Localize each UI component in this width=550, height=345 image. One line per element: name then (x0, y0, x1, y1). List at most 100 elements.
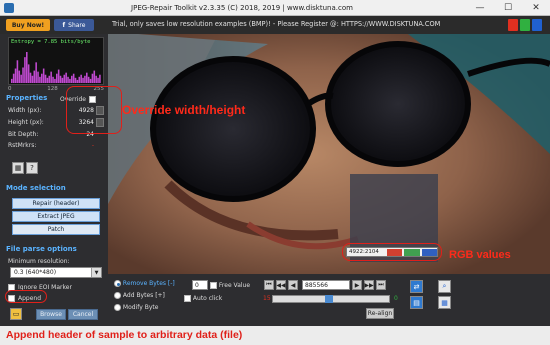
patch-button[interactable]: Patch (12, 224, 100, 235)
modify-byte-radio[interactable] (114, 304, 121, 311)
next-page-button[interactable]: ▶▶ (364, 280, 374, 290)
histogram-bar (97, 77, 99, 83)
channel-icons (508, 19, 542, 31)
entropy-histogram: Entropy = 7.85 bits/byte (8, 37, 104, 85)
fileparse-heading: File parse options (6, 245, 77, 253)
search-icon[interactable]: ⌕ (438, 280, 451, 293)
modify-byte-option[interactable]: Modify Byte (114, 304, 158, 311)
histogram-bar (41, 73, 43, 83)
grid-icon[interactable]: ▦ (12, 162, 24, 174)
browse-button[interactable]: Browse (36, 309, 66, 320)
repair-header-button[interactable]: Repair (header) (12, 198, 100, 209)
histogram-bar (95, 75, 97, 83)
minimize-button[interactable]: — (466, 0, 494, 16)
histogram-chart (11, 52, 101, 83)
minres-value: 0.3 (640*480) (14, 269, 57, 276)
counter-left: 15 (263, 295, 271, 302)
auto-click-checkbox[interactable] (184, 295, 191, 302)
help-icon[interactable]: ? (26, 162, 38, 174)
remove-bytes-radio[interactable] (114, 280, 121, 287)
trial-notice: Trial, only saves low resolution example… (112, 20, 441, 28)
prev-page-button[interactable]: ◀◀ (276, 280, 286, 290)
stats-icon[interactable]: ▦ (438, 296, 451, 309)
histogram-bar (86, 72, 88, 83)
cancel-button[interactable]: Cancel (68, 309, 98, 320)
prev-offset-button[interactable]: ◀ (288, 280, 298, 290)
extract-jpeg-button[interactable]: Extract JPEG (12, 211, 100, 222)
histogram-bar (76, 79, 79, 83)
histogram-bar (93, 70, 96, 83)
rgb-highlight (342, 243, 442, 261)
bitdepth-label: Bit Depth: (8, 130, 39, 138)
histogram-bar (18, 70, 21, 83)
green-channel-icon[interactable] (520, 19, 530, 31)
properties-heading: Properties (6, 94, 48, 102)
auto-click-label: Auto click (192, 295, 223, 302)
modify-byte-label: Modify Byte (122, 304, 159, 311)
last-offset-button[interactable]: ⏭ (376, 280, 386, 290)
red-channel-icon[interactable] (508, 19, 518, 31)
remove-bytes-option[interactable]: Remove Bytes [-] (114, 280, 175, 287)
title-bar: JPEG-Repair Toolkit v2.3.35 (C) 2018, 20… (0, 0, 550, 16)
buy-now-button[interactable]: Buy Now! (6, 19, 50, 31)
histogram-bar (24, 57, 26, 83)
free-value-checkbox[interactable] (210, 282, 217, 289)
bytes-count-input[interactable]: 0 (192, 280, 208, 290)
append-highlight (5, 290, 47, 303)
histogram-bar (33, 70, 36, 83)
blue-channel-icon[interactable] (532, 19, 542, 31)
histogram-bar (74, 77, 77, 83)
save-icon[interactable]: ▤ (410, 296, 423, 309)
share-label: Share (68, 21, 86, 29)
histogram-bar (46, 77, 49, 83)
histogram-bar (35, 62, 37, 83)
app-icon (4, 2, 14, 13)
histogram-bar (91, 73, 94, 83)
free-value-option[interactable]: Free Value (210, 282, 250, 289)
add-bytes-option[interactable]: Add Bytes [+] (114, 292, 165, 299)
free-value-label: Free Value (218, 282, 251, 289)
histogram-bar (42, 68, 45, 83)
histogram-bar (31, 75, 34, 83)
histogram-bar (29, 72, 32, 83)
maximize-button[interactable]: ☐ (494, 0, 522, 16)
image-preview[interactable]: 4922:2104 (108, 34, 550, 274)
histogram-bar (80, 74, 82, 83)
histogram-bar (52, 76, 54, 83)
histogram-bar (48, 75, 51, 83)
apply-icon[interactable]: ⇄ (410, 280, 423, 293)
remove-bytes-label: Remove Bytes [-] (122, 280, 175, 287)
auto-click-option[interactable]: Auto click (184, 295, 222, 302)
realign-button[interactable]: Re-align (366, 308, 394, 319)
histogram-bar (78, 76, 81, 83)
histogram-bar (84, 75, 86, 83)
histogram-bar (37, 71, 39, 83)
offset-slider[interactable] (272, 295, 390, 303)
override-highlight (66, 86, 122, 134)
add-bytes-radio[interactable] (114, 292, 121, 299)
histogram-bar (39, 76, 41, 83)
histogram-bar (63, 74, 66, 83)
histogram-bar (82, 77, 84, 83)
histogram-bar (20, 74, 22, 83)
histogram-bar (14, 68, 17, 83)
next-offset-button[interactable]: ▶ (352, 280, 362, 290)
first-offset-button[interactable]: ⏮ (264, 280, 274, 290)
minres-select[interactable]: 0.3 (640*480) ▼ (10, 267, 102, 278)
offset-input[interactable]: 885566 (302, 280, 350, 290)
byte-editor-panel: Remove Bytes [-] Add Bytes [+] Modify By… (108, 274, 550, 326)
share-button[interactable]: f Share (54, 19, 94, 31)
histogram-bar (87, 76, 90, 83)
folder-icon[interactable]: ▭ (10, 308, 22, 320)
histogram-bar (16, 60, 19, 83)
chevron-down-icon[interactable]: ▼ (91, 268, 101, 277)
override-annotation: Override width/height (122, 103, 246, 117)
slider-thumb[interactable] (325, 295, 334, 303)
axis-tick: 128 (47, 86, 58, 92)
histogram-bar (22, 67, 24, 83)
histogram-bar (61, 77, 64, 83)
top-strip: Buy Now! f Share Trial, only saves low r… (0, 16, 550, 34)
rstmrkrs-value: - (91, 141, 94, 149)
close-button[interactable]: ✕ (522, 0, 550, 16)
histogram-bar (26, 52, 28, 83)
